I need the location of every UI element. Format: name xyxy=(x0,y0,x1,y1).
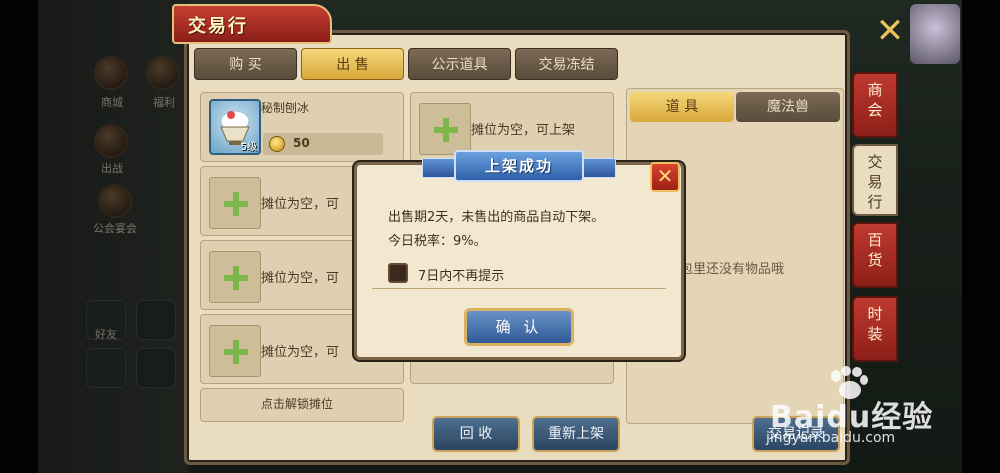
plus-icon xyxy=(224,192,248,216)
dialog-close-icon[interactable]: ✕ xyxy=(650,162,680,192)
locked-slot[interactable]: 点击解锁摊位 xyxy=(200,388,404,422)
shaved-ice-item-icon[interactable]: 5级 xyxy=(209,99,261,155)
plus-icon xyxy=(224,266,248,290)
add-slot-box[interactable] xyxy=(419,103,471,155)
side-tab-fashion[interactable]: 时 装 xyxy=(852,296,898,362)
tab-magic-beasts[interactable]: 魔法兽 xyxy=(736,92,840,122)
side-tab-trading[interactable]: 交 易 行 xyxy=(852,144,898,216)
empty-slot-label: 摊位为空，可 xyxy=(261,271,340,286)
empty-slot-label: 摊位为空，可 xyxy=(261,345,340,360)
tab-public-items[interactable]: 公示道具 xyxy=(408,48,511,80)
price-bar: 50 xyxy=(263,133,383,155)
listed-item-slot[interactable]: 5级 秘制刨冰 50 xyxy=(200,92,404,162)
gold-coin-icon xyxy=(269,136,285,152)
plus-icon xyxy=(434,118,458,142)
dialog-divider xyxy=(372,288,666,289)
inventory-tabs: 道 具 魔法兽 xyxy=(630,92,840,122)
add-slot-box[interactable] xyxy=(209,325,261,377)
inventory-empty-text: 包里还没有物品哦 xyxy=(680,262,785,277)
add-slot-box[interactable] xyxy=(209,251,261,303)
dont-show-label[interactable]: 7日内不再提示 xyxy=(418,265,504,284)
empty-slot-label: 摊位为空，可 xyxy=(261,197,340,212)
side-tab-guild-shop[interactable]: 商 会 xyxy=(852,72,898,138)
watermark-url: jingyan.baidu.com xyxy=(766,430,896,446)
dialog-title-banner: 上架成功 xyxy=(422,150,616,184)
dialog-message-tax: 今日税率：9%。 xyxy=(388,234,487,249)
close-icon[interactable]: ✕ xyxy=(874,14,906,48)
tab-items[interactable]: 道 具 xyxy=(630,92,734,122)
side-tab-department-store[interactable]: 百 货 xyxy=(852,222,898,288)
panel-title: 交易行 xyxy=(172,4,332,44)
relist-button[interactable]: 重新上架 xyxy=(532,416,620,452)
item-name: 秘制刨冰 xyxy=(261,101,310,115)
add-slot-box[interactable] xyxy=(209,177,261,229)
item-level: 5级 xyxy=(240,142,257,153)
player-avatar[interactable] xyxy=(910,4,960,64)
recycle-button[interactable]: 回 收 xyxy=(432,416,520,452)
dialog-title: 上架成功 xyxy=(454,150,584,182)
confirm-button[interactable]: 确 认 xyxy=(464,308,574,346)
tab-sell[interactable]: 出 售 xyxy=(301,48,404,80)
tab-buy[interactable]: 购 买 xyxy=(194,48,297,80)
trade-tabs: 购 买 出 售 公示道具 交易冻结 xyxy=(194,48,618,80)
empty-slot-label: 摊位为空，可上架 xyxy=(471,123,576,138)
item-price: 50 xyxy=(293,136,310,150)
unlock-slot-label: 点击解锁摊位 xyxy=(261,397,334,411)
dont-show-checkbox[interactable] xyxy=(388,263,408,283)
tab-trade-frozen[interactable]: 交易冻结 xyxy=(515,48,618,80)
plus-icon xyxy=(224,340,248,364)
dialog-message-expiry: 出售期2天，未售出的商品自动下架。 xyxy=(388,210,605,225)
